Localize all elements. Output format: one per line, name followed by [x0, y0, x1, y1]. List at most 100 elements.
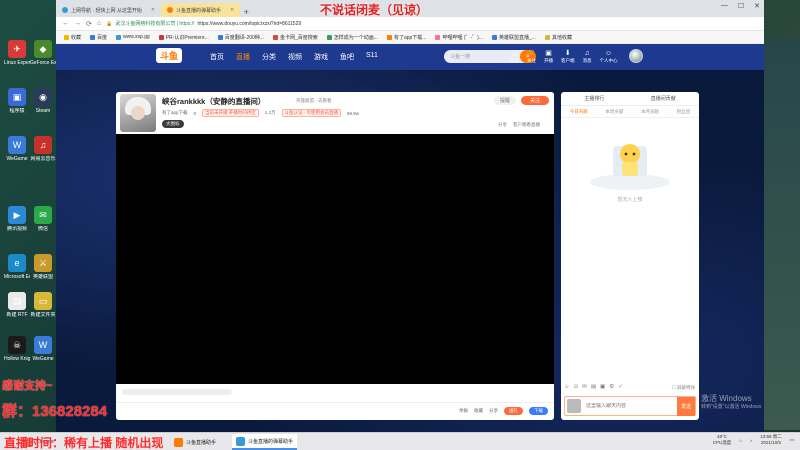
tab-month[interactable]: 本月贡献	[641, 109, 659, 115]
back-icon[interactable]: ←	[62, 20, 69, 27]
report-button[interactable]: 举报	[459, 408, 468, 414]
bookmark-item[interactable]: 百度翻译-200种...	[217, 34, 264, 41]
menu-s11[interactable]: S11	[366, 52, 378, 62]
chat-tool-icon[interactable]: ⚙	[609, 384, 614, 390]
desktop-icon[interactable]: e Microsoft Edge	[4, 254, 30, 280]
bookmark-item[interactable]: PR-认识Premiere...	[158, 34, 209, 41]
desktop-icon[interactable]: ◉ Steam	[30, 88, 56, 114]
streamer-name[interactable]: 有了app下载	[162, 110, 188, 116]
user-center-button[interactable]: ☺ 个人中心	[600, 49, 618, 64]
taskbar-douyu-assistant[interactable]: 斗鱼直播助手	[170, 434, 220, 450]
desktop-icon[interactable]: ▣ 程序猿	[4, 88, 30, 114]
desktop-icon-label: Hollow Knight	[4, 356, 30, 362]
desktop-icon[interactable]: ✉ 微信	[30, 206, 56, 232]
chat-tool-icon[interactable]: ☺	[564, 384, 570, 390]
messages-button[interactable]: ♫ 消息	[583, 49, 592, 64]
browser-tab-douyu[interactable]: 斗鱼直播的弹幕助手 ✕	[161, 3, 241, 17]
menu-home[interactable]: 首页	[210, 52, 224, 62]
desktop-icon[interactable]: ⚔ 英雄联盟	[30, 254, 56, 280]
chat-input[interactable]	[581, 403, 677, 409]
danmaku-input-bar[interactable]	[122, 389, 232, 395]
empty-rank-illustration	[590, 144, 670, 190]
menu-yuba[interactable]: 鱼吧	[340, 52, 354, 62]
url-company: 武汉斗鱼网络科技有限公司 | https://	[115, 21, 195, 27]
volume-icon[interactable]: ♪	[750, 438, 752, 443]
room-tag[interactable]: 大图标	[162, 120, 184, 128]
network-icon[interactable]: ⌂	[739, 438, 742, 443]
menu-live[interactable]: 直播	[236, 52, 250, 62]
streamer-avatar[interactable]	[120, 94, 156, 132]
clock[interactable]: 13:59 周二 2021/10/5	[760, 434, 782, 446]
menu-video[interactable]: 视频	[288, 52, 302, 62]
user-icon: ☺	[604, 50, 613, 57]
desktop-icon[interactable]: ◆ GeForce Experience	[30, 40, 56, 66]
taskbar-danmaku-window[interactable]: 斗鱼直播的弹幕助手	[232, 434, 298, 450]
room-player: 峡谷rankkkk（安静的直播间） 英雄联盟 · 去看看 有了app下载 0 当…	[116, 92, 554, 420]
reload-icon[interactable]: ⟳	[86, 20, 92, 28]
douyu-logo[interactable]: 斗鱼	[156, 48, 183, 63]
app-icon: ⚔	[34, 254, 52, 272]
desktop-icon[interactable]: ▶ 腾讯视频	[4, 206, 30, 232]
browser-tab-nav[interactable]: 上网导航 · 轻快上网 从这里开始 ✕	[56, 3, 161, 17]
follow-list-button[interactable]: ♡ 关注	[527, 49, 536, 64]
bookmark-label: 英雄联盟直播_...	[499, 34, 536, 41]
collect-button[interactable]: 收藏	[474, 408, 483, 414]
start-stream-button[interactable]: ▣ 开播	[544, 49, 553, 64]
tab-week[interactable]: 本周贡献	[605, 109, 623, 115]
history-button[interactable]: ◷ 历史	[510, 49, 519, 64]
desktop-icon[interactable]: W WeGame	[30, 336, 56, 362]
maximize-icon[interactable]: ☐	[738, 2, 744, 10]
bookmark-item[interactable]: 怎样成为一个动画...	[326, 34, 378, 41]
close-icon[interactable]: ✕	[151, 7, 155, 13]
bookmark-item[interactable]: 有了app下载...	[386, 34, 426, 41]
app-icon: ☠	[8, 336, 26, 354]
send-button[interactable]: 发送	[677, 396, 695, 416]
bookmark-item[interactable]: 收藏	[64, 34, 81, 41]
bookmark-item[interactable]: 英雄联盟直播_...	[492, 34, 536, 41]
block-effects-toggle[interactable]: ☐ 屏蔽特效	[672, 385, 695, 391]
bookmark-item[interactable]: 金卡网_百度搜索	[272, 34, 318, 41]
block-effects-label: 屏蔽特效	[677, 385, 695, 390]
home-icon[interactable]: ⌂	[97, 20, 101, 27]
menu-games[interactable]: 游戏	[314, 52, 328, 62]
chat-tool-icon[interactable]: ✓	[618, 384, 623, 390]
desktop-icon[interactable]: ▤ 新建 RTF	[4, 292, 30, 318]
footer-share-button[interactable]: 分享	[489, 408, 498, 414]
tab-anchor-rank[interactable]: 主播排行	[584, 95, 604, 102]
desktop-icon[interactable]: ☠ Hollow Knight	[4, 336, 30, 362]
tab-fans[interactable]: 粉丝团	[677, 109, 691, 115]
url-input[interactable]: 🔒 武汉斗鱼网络科技有限公司 | https:// https://www.do…	[106, 19, 526, 29]
notification-icon[interactable]: ▭	[790, 437, 794, 443]
follow-button[interactable]: 关注	[521, 96, 549, 105]
desktop-icon[interactable]: W WeGame	[4, 136, 30, 162]
bookmark-item[interactable]: 其他收藏	[544, 34, 572, 41]
forward-icon[interactable]: →	[74, 20, 81, 27]
share-button[interactable]: 分享	[498, 122, 507, 128]
send-label: 发送	[680, 403, 691, 410]
download-button[interactable]: 下载	[529, 407, 548, 415]
chat-tool-icon[interactable]: ▣	[600, 384, 605, 390]
chat-tool-icon[interactable]: ▤	[591, 384, 596, 390]
tab-room-contrib[interactable]: 直播间贡献	[651, 95, 676, 102]
tab-today[interactable]: 今日贡献	[570, 109, 588, 115]
minimize-icon[interactable]: —	[721, 2, 728, 10]
bookmark-item[interactable]: 百度	[90, 34, 107, 41]
bookmark-item[interactable]: www.xsp.gg	[116, 34, 150, 40]
new-tab-button[interactable]: +	[240, 7, 252, 17]
video-area[interactable]	[116, 134, 554, 384]
client-watch-button[interactable]: 客户端看直播	[513, 122, 540, 128]
chat-tool-icon[interactable]: ⊙	[574, 384, 579, 390]
bookmark-item[interactable]: 哔哩哔哩 (゜-゜)...	[435, 34, 483, 41]
desktop-icon[interactable]: ♫ 网易云音乐	[30, 136, 56, 162]
desktop-icon[interactable]: ▭ 新建文件夹	[30, 292, 56, 318]
desktop-icon[interactable]: ✈ Linux Expert	[4, 40, 30, 66]
chat-tool-icon[interactable]: ✉	[582, 384, 587, 390]
gift-button[interactable]: 送礼	[504, 407, 523, 415]
avatar[interactable]	[629, 49, 643, 63]
room-category[interactable]: 英雄联盟 · 去看看	[296, 98, 332, 104]
close-icon[interactable]: ✕	[230, 7, 234, 13]
remind-button[interactable]: 提醒	[494, 96, 516, 105]
close-window-icon[interactable]: ✕	[754, 2, 760, 10]
menu-category[interactable]: 分类	[262, 52, 276, 62]
client-button[interactable]: ⬇ 客户端	[561, 49, 575, 64]
